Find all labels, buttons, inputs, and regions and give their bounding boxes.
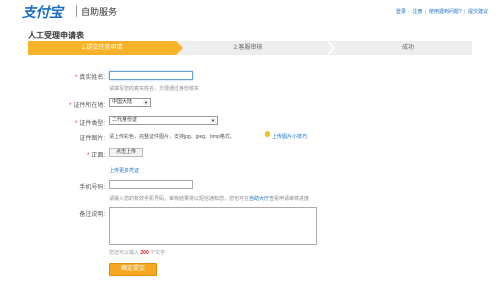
front-label: * 正面: [86,153,105,159]
logo-divider [76,5,77,17]
step-arrow [326,41,333,55]
service-title: 自助服务 [81,7,118,17]
alipay-logo[interactable]: 支付宝 [22,2,63,22]
top-links: 登录 - 注册 | 使用遇到问题? | 提交建议 [395,9,488,15]
step-review: 2.客服审核 [233,45,263,51]
required-mark: * [74,75,78,81]
phone-label: 手机号码: [79,185,105,191]
id-image-hint: 请上传彩色，完整证件图片，支持jpg、jpeg、bmp格式。 [109,134,235,140]
real-name-input[interactable] [109,71,193,80]
submit-button[interactable]: 确定提交 [109,263,157,276]
id-type-label: * 证件类型: [74,121,105,127]
progress-steps: 1.提交任务申请 2.客服审核 成功 [28,41,472,55]
step-submit: 1.提交任务申请 [28,41,176,55]
real-name-hint: 请填写您的真实姓名，方便通过身份核实 [109,86,200,92]
id-type-select[interactable]: 二代身份证 ▼ [109,116,218,125]
self-service-link[interactable]: 自助大厅 [249,196,269,202]
upload-tips-link[interactable]: 上传图片小技巧 [272,133,307,140]
region-select[interactable]: 中国大陆 ▼ [109,98,151,107]
feedback-link[interactable]: 提交建议 [468,9,488,15]
register-link[interactable]: 注册 [413,9,423,15]
upload-front-button[interactable]: 点击上传 [109,148,143,157]
lightbulb-icon [265,131,270,137]
page-title: 人工受理申请表 [28,31,84,40]
chevron-down-icon: ▼ [143,100,149,105]
help-link[interactable]: 使用遇到问题? [429,9,462,15]
step-arrow [176,41,183,55]
region-label: * 证件所在地: [68,103,105,109]
char-count: 您还可以输入 200 个文字 [109,250,166,256]
chevron-down-icon: ▼ [210,118,216,123]
remarks-label: 备注说明: [79,212,105,218]
real-name-label: * 真实姓名: [74,75,105,81]
phone-input[interactable] [109,180,193,189]
phone-hint: 请输入您的有效手机号码，审核结果将以短信通知您，您也可在自助大厅查看申请审核进度 [109,196,310,202]
login-link[interactable]: 登录 [396,9,406,15]
remarks-textarea[interactable] [109,207,317,245]
top-bar: 支付宝 自助服务 登录 - 注册 | 使用遇到问题? | 提交建议 [0,0,500,22]
step-success: 成功 [401,45,414,51]
upload-more-link[interactable]: 上传更多凭证 [109,167,139,174]
id-image-label: 证件图片: [79,136,105,142]
